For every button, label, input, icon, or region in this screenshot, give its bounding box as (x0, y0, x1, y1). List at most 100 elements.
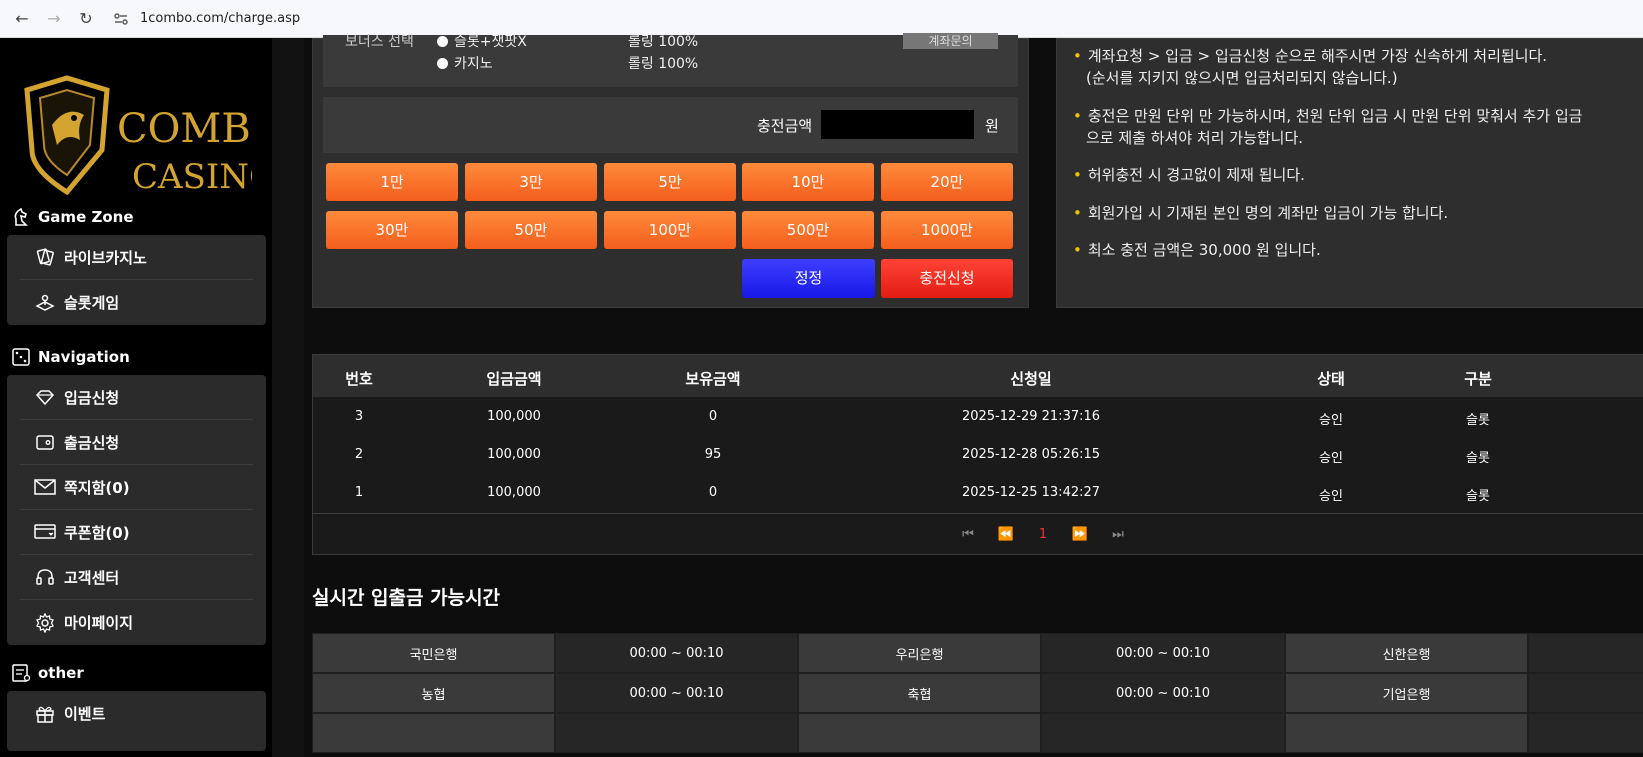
radio-button[interactable] (437, 35, 448, 47)
column-header-balance: 보유금액 (685, 370, 741, 388)
amount-input[interactable] (821, 110, 974, 139)
radio-button[interactable] (437, 57, 448, 69)
menu-group-game-zone: 라이브카지노 슬롯게임 (7, 235, 266, 325)
site-info-icon[interactable] (112, 10, 130, 28)
section-other: other (10, 662, 84, 684)
gift-icon (34, 703, 56, 725)
bank-hours-table: 국민은행 00:00 ~ 00:10 우리은행 00:00 ~ 00:10 신한… (312, 633, 1643, 757)
prev-page-icon[interactable]: ⏪ (998, 527, 1014, 542)
address-bar[interactable]: 1combo.com/charge.asp (112, 4, 1643, 34)
amount-row: 충전금액 원 (323, 97, 1018, 153)
amount-button-1m[interactable]: 100만 (604, 211, 736, 249)
bank-name (798, 713, 1041, 753)
notice-item: • 허위충전 시 경고없이 제재 됩니다. (1073, 166, 1305, 184)
wallet-icon (34, 431, 56, 453)
mail-icon (34, 476, 56, 498)
bonus-option-casino[interactable]: 카지노 (437, 53, 493, 73)
amount-button-300k[interactable]: 30만 (326, 211, 458, 249)
bank-name: 농협 (312, 673, 555, 713)
amount-button-200k[interactable]: 20만 (881, 163, 1013, 201)
sidebar-item-messages[interactable]: 쪽지함(0) (20, 465, 253, 510)
forward-icon[interactable]: → (44, 9, 64, 29)
dice-icon (10, 346, 32, 368)
bank-hours: 00:00 ~ 00:10 (1041, 633, 1285, 673)
sidebar-item-live-casino[interactable]: 라이브카지노 (20, 235, 253, 280)
joystick-icon (34, 292, 56, 314)
sidebar-item-customer-center[interactable]: 고객센터 (20, 555, 253, 600)
sidebar-item-event[interactable]: 이벤트 (20, 691, 253, 736)
bank-name (312, 713, 555, 753)
charge-submit-button[interactable]: 충전신청 (881, 259, 1013, 298)
sidebar: COMBO CASINO Game Zone 라이브카지노 슬롯게임 Navig… (0, 38, 284, 757)
last-page-icon[interactable]: ⏭ (1112, 527, 1124, 542)
bank-name: 우리은행 (798, 633, 1041, 673)
page-number[interactable]: 1 (1039, 527, 1047, 542)
rolling-rate: 롤링 100% (628, 56, 699, 72)
url-text: 1combo.com/charge.asp (140, 11, 301, 26)
bank-name: 기업은행 (1285, 673, 1528, 713)
bank-name: 국민은행 (312, 633, 555, 673)
column-header-status: 상태 (1317, 370, 1345, 388)
combo-casino-logo[interactable]: COMBO CASINO (22, 70, 284, 210)
first-page-icon[interactable]: ⏮ (962, 527, 974, 542)
bonus-option-slot[interactable]: 슬롯+잿팟X (437, 31, 527, 51)
menu-group-other: 이벤트 (7, 691, 266, 751)
bank-hours (1528, 713, 1643, 753)
bank-hours: 00:00 ~ 00:10 (555, 633, 798, 673)
bank-name: 신한은행 (1285, 633, 1528, 673)
sidebar-item-my-page[interactable]: 마이페이지 (20, 600, 253, 645)
diamond-icon (34, 386, 56, 408)
amount-button-100k[interactable]: 10만 (742, 163, 874, 201)
table-header: 번호 입금금액 보유금액 신청일 상태 구분 (313, 355, 1643, 397)
bank-name: 축협 (798, 673, 1041, 713)
notice-item: • 회원가입 시 기재된 본인 명의 계좌만 입금이 가능 합니다. (1073, 204, 1449, 222)
bank-hours: 00:00 ~ 00:10 (555, 673, 798, 713)
main-content: 보너스 선택 슬롯+잿팟X 롤링 100% 카지노 롤링 100% 계좌문의 충… (304, 33, 1643, 757)
amount-button-5m[interactable]: 500만 (742, 211, 874, 249)
amount-button-30k[interactable]: 3만 (465, 163, 597, 201)
sidebar-item-slot-game[interactable]: 슬롯게임 (20, 280, 253, 325)
amount-button-500k[interactable]: 50만 (465, 211, 597, 249)
notice-item: • 계좌요청 > 입금 > 입금신청 순으로 해주시면 가장 신속하게 처리됩니다… (1073, 47, 1548, 87)
amount-label: 충전금액 (757, 117, 813, 135)
deposit-history-table: 번호 입금금액 보유금액 신청일 상태 구분 3 100,000 0 2025-… (312, 354, 1643, 555)
note-icon (10, 662, 32, 684)
column-header-type: 구분 (1464, 370, 1492, 388)
sidebar-divider (272, 38, 304, 757)
next-page-icon[interactable]: ⏩ (1072, 527, 1088, 542)
horse-icon (10, 206, 32, 228)
section-game-zone: Game Zone (10, 206, 134, 228)
bank-hours (1041, 713, 1285, 753)
bank-name (1285, 713, 1528, 753)
bank-hours: 00:00 ~ 00:10 (1041, 673, 1285, 713)
reset-button[interactable]: 정정 (742, 259, 875, 298)
rolling-rate: 롤링 100% (628, 34, 699, 50)
coupon-icon (34, 521, 56, 543)
pagination: ⏮ ⏪ 1 ⏩ ⏭ (313, 513, 1643, 556)
reload-icon[interactable]: ↻ (76, 9, 96, 29)
currency-label: 원 (985, 117, 999, 135)
bank-hours (1528, 633, 1643, 673)
bonus-label: 보너스 선택 (345, 34, 414, 50)
amount-button-10k[interactable]: 1만 (326, 163, 458, 201)
sidebar-item-withdraw[interactable]: 출금신청 (20, 420, 253, 465)
cards-icon (34, 246, 56, 268)
menu-group-navigation: 입금신청 출금신청 쪽지함(0) 쿠폰함(0) 고객센터 마이페이지 (7, 375, 266, 645)
charge-panel: 보너스 선택 슬롯+잿팟X 롤링 100% 카지노 롤링 100% 계좌문의 충… (312, 33, 1029, 308)
amount-button-10m[interactable]: 1000만 (881, 211, 1013, 249)
amount-button-50k[interactable]: 5만 (604, 163, 736, 201)
account-inquiry-button[interactable]: 계좌문의 (903, 33, 998, 49)
notice-item: • 충전은 만원 단위 만 가능하시며, 천원 단위 입금 시 만원 단위 맞춰서… (1073, 107, 1583, 147)
headset-icon (34, 566, 56, 588)
realtime-section-title: 실시간 입출금 가능시간 (312, 587, 501, 609)
sidebar-item-deposit[interactable]: 입금신청 (20, 375, 253, 420)
back-icon[interactable]: ← (12, 9, 32, 29)
sidebar-item-coupons[interactable]: 쿠폰함(0) (20, 510, 253, 555)
section-navigation: Navigation (10, 346, 130, 368)
browser-toolbar: ← → ↻ 1combo.com/charge.asp (0, 0, 1643, 38)
bank-hours (555, 713, 798, 753)
gear-icon (34, 612, 56, 634)
notice-item: • 최소 충전 금액은 30,000 원 입니다. (1073, 241, 1321, 259)
bonus-selection-row: 보너스 선택 슬롯+잿팟X 롤링 100% 카지노 롤링 100% 계좌문의 (323, 33, 1018, 87)
logo-line1: COMBO (117, 106, 252, 152)
